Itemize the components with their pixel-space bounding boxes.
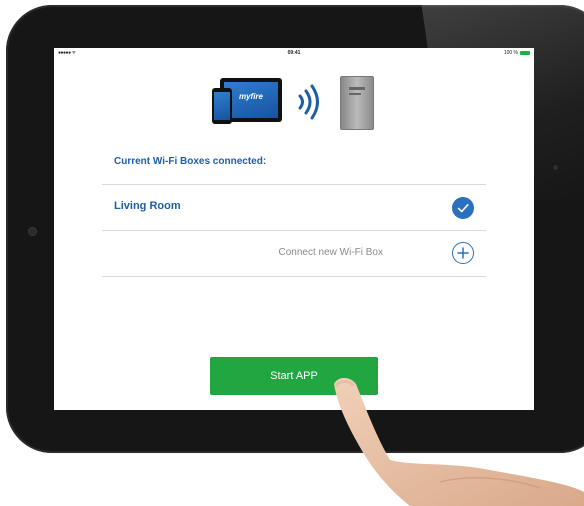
battery-icon — [520, 51, 530, 55]
connect-new-box-label: Connect new Wi-Fi Box — [278, 247, 383, 258]
wireless-signal-icon — [298, 84, 319, 120]
home-button[interactable] — [28, 227, 37, 236]
pointing-hand-image — [334, 378, 584, 506]
wifi-box-name: Living Room — [114, 200, 181, 212]
camera-icon — [553, 165, 558, 170]
wifi-box-row[interactable]: Living Room — [102, 185, 486, 229]
divider — [102, 276, 486, 277]
status-bar: ●●●●● ᯤ 09:41 100 % — [54, 48, 534, 58]
devices-illustration: myfire — [210, 74, 380, 132]
battery-percent: 100 % — [503, 50, 518, 56]
battery-indicator: 100 % — [504, 50, 530, 56]
checkmark-icon[interactable] — [452, 197, 474, 219]
app-screen: ●●●●● ᯤ 09:41 100 % myfire Current Wi-Fi… — [54, 48, 534, 410]
phone-device-icon — [212, 88, 232, 124]
wifi-box-device-icon — [340, 76, 374, 130]
plus-icon[interactable] — [452, 242, 474, 264]
connect-new-box-row[interactable]: Connect new Wi-Fi Box — [102, 231, 486, 275]
status-time: 09:41 — [287, 50, 301, 56]
section-title: Current Wi-Fi Boxes connected: — [114, 156, 267, 167]
